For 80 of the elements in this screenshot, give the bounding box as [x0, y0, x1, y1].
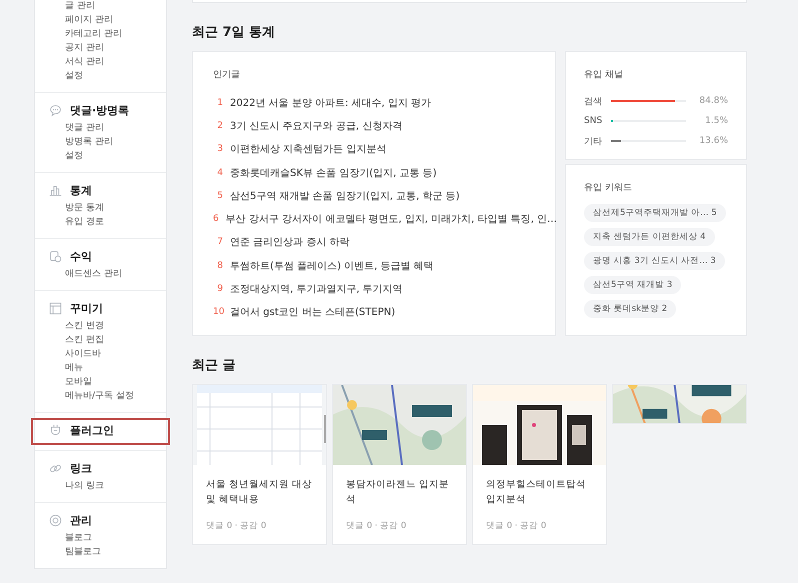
sidebar-item[interactable]: 메뉴 — [49, 362, 166, 374]
sidebar-item[interactable]: 공지 관리 — [49, 42, 166, 54]
sidebar-item[interactable]: 카테고리 관리 — [49, 28, 166, 40]
sidebar-item[interactable]: 블로그 — [49, 532, 166, 544]
keyword-tag[interactable]: 광명 시흥 3기 신도시 사전… 3 — [584, 252, 725, 270]
rank-number: 2 — [216, 120, 223, 131]
sidebar-heading[interactable]: 관리 — [70, 513, 92, 528]
post-link[interactable]: 중화롯데캐슬SK뷰 손품 임장기(입지, 교통 등) — [230, 166, 437, 180]
channel-name: 기타 — [584, 136, 603, 148]
link-icon — [49, 462, 62, 475]
post-stats: 댓글 0 · 공감 0 — [205, 520, 268, 533]
post-link[interactable]: 삼선5구역 재개발 손품 임장기(입지, 교통, 학군 등) — [230, 188, 460, 203]
card-title: 인기글 — [213, 69, 241, 81]
post-title: 서울 청년월세지원 대상 및 혜택내용 — [205, 478, 314, 507]
rank-number: 1 — [216, 98, 223, 108]
sidebar-item[interactable]: 글 관리 — [49, 0, 166, 12]
post-link[interactable]: 부산 강서구 강서자이 에코델타 평면도, 입지, 미래가치, 타입별 특징, 인… — [226, 212, 558, 226]
post-link[interactable]: 연준 금리인상과 증시 하락 — [230, 235, 350, 250]
sidebar-item[interactable]: 스킨 편집 — [49, 334, 166, 346]
sidebar-item[interactable]: 팀블로그 — [49, 546, 166, 558]
coins-icon — [49, 250, 62, 263]
post-link[interactable]: 2022년 서울 분양 아파트: 세대수, 입지 평가 — [230, 96, 432, 110]
sidebar-heading[interactable]: 링크 — [70, 461, 92, 476]
post-stats: 댓글 0 · 공감 0 — [485, 520, 548, 533]
keyword-tag[interactable]: 삼선5구역 재개발 3 — [584, 276, 682, 294]
sidebar-item[interactable]: 서식 관리 — [49, 56, 166, 68]
sidebar-heading[interactable]: 꾸미기 — [70, 301, 103, 316]
card-title: 유입 채널 — [584, 69, 624, 81]
post-title: 의정부힐스테이트탑석 입지분석 — [485, 478, 587, 507]
section-heading: 최근 7일 통계 — [192, 24, 276, 41]
post-link[interactable]: 투썸하트(투썸 플레이스) 이벤트, 등급별 혜택 — [230, 258, 434, 273]
sidebar-heading[interactable]: 댓글·방명록 — [70, 103, 130, 118]
keyword-tag[interactable]: 삼선제5구역주택재개발 아… 5 — [584, 204, 726, 222]
section-heading: 최근 글 — [192, 357, 237, 374]
sidebar-item[interactable]: 유입 경로 — [49, 216, 166, 228]
sidebar-item[interactable]: 설정 — [49, 150, 166, 162]
channel-name: SNS — [584, 116, 603, 126]
sidebar-heading[interactable]: 통계 — [70, 183, 92, 198]
sidebar-heading[interactable]: 플러그인 — [70, 423, 114, 438]
rank-number: 9 — [216, 284, 223, 294]
channel-percent: 1.5% — [704, 116, 728, 126]
rank-number: 4 — [216, 168, 223, 178]
post-link[interactable]: 3기 신도시 주요지구와 공급, 신청자격 — [230, 118, 402, 133]
keyword-tag[interactable]: 지축 센텀가든 이편한세상 4 — [584, 228, 715, 246]
keyword-tag[interactable]: 중화 롯데sk분양 2 — [584, 300, 676, 318]
post-card[interactable]: 서울 청년월세지원 대상 및 혜택내용 댓글 0 · 공감 0 — [192, 384, 327, 545]
settings-icon — [49, 514, 62, 527]
sidebar-item[interactable]: 방문 통계 — [49, 202, 166, 214]
sidebar-item[interactable]: 애드센스 관리 — [49, 268, 166, 280]
post-stats: 댓글 0 · 공감 0 — [345, 520, 408, 533]
plug-icon — [49, 424, 62, 437]
post-title: 봉담자이라젠느 입지분석 — [345, 478, 450, 507]
rank-number: 10 — [213, 307, 223, 318]
sidebar-item[interactable]: 설정 — [49, 70, 166, 82]
sidebar-item[interactable]: 메뉴바/구독 설정 — [49, 390, 166, 402]
rank-number: 5 — [216, 190, 223, 201]
channel-name: 검색 — [584, 96, 603, 108]
sidebar-item[interactable]: 방명록 관리 — [49, 136, 166, 148]
sidebar-item[interactable]: 모바일 — [49, 376, 166, 388]
channel-percent: 84.8% — [698, 96, 728, 106]
post-link[interactable]: 이편한세상 지축센텀가든 입지분석 — [230, 142, 386, 156]
rank-number: 3 — [216, 144, 223, 154]
post-card[interactable]: 봉담자이라젠느 입지분석 댓글 0 · 공감 0 — [332, 384, 467, 545]
rank-number: 8 — [216, 260, 223, 271]
sidebar-item[interactable]: 나의 링크 — [49, 480, 166, 492]
sidebar-heading[interactable]: 수익 — [70, 249, 92, 264]
sidebar-item[interactable]: 스킨 변경 — [49, 320, 166, 332]
rank-number: 6 — [213, 214, 219, 224]
bar-chart-icon — [49, 184, 62, 197]
rank-number: 7 — [216, 237, 223, 248]
sidebar-item[interactable]: 사이드바 — [49, 348, 166, 360]
sidebar-item[interactable]: 페이지 관리 — [49, 14, 166, 26]
post-link[interactable]: 걸어서 gst코인 버는 스테픈(STEPN) — [230, 305, 396, 320]
card-title: 유입 키워드 — [584, 182, 633, 194]
channel-percent: 13.6% — [698, 136, 728, 146]
post-link[interactable]: 조정대상지역, 투기과열지구, 투기지역 — [230, 282, 403, 296]
layout-icon — [49, 302, 62, 315]
comment-icon — [49, 104, 62, 117]
sidebar-item[interactable]: 댓글 관리 — [49, 122, 166, 134]
post-card[interactable]: 의정부힐스테이트탑석 입지분석 댓글 0 · 공감 0 — [472, 384, 607, 545]
